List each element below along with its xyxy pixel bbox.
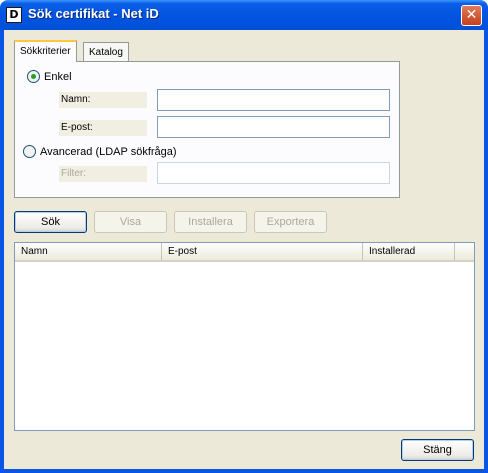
advanced-radio[interactable] (23, 145, 36, 158)
view-button[interactable]: Visa (94, 211, 167, 233)
results-list[interactable]: Namn E-post Installerad (14, 242, 475, 431)
filter-label: Filter: (59, 166, 147, 182)
name-field[interactable] (157, 89, 390, 111)
simple-search-option[interactable]: Enkel (27, 70, 72, 83)
title-bar[interactable]: D Sök certifikat - Net iD ✕ (0, 0, 488, 30)
search-criteria-panel: Enkel Namn: E-post: Avancerad (LDAP sökf… (14, 61, 400, 198)
dialog-window: D Sök certifikat - Net iD ✕ Sökkriterier… (0, 0, 488, 473)
simple-radio[interactable] (27, 70, 40, 83)
close-button[interactable]: Stäng (401, 439, 474, 461)
dialog-client-area: Sökkriterier Katalog Enkel Namn: E-post:… (4, 30, 484, 469)
column-header-name[interactable]: Namn (15, 243, 162, 260)
window-title: Sök certifikat - Net iD (28, 6, 159, 21)
column-header-email[interactable]: E-post (162, 243, 363, 260)
advanced-radio-label: Avancerad (LDAP sökfråga) (40, 145, 177, 158)
results-header: Namn E-post Installerad (15, 243, 474, 262)
advanced-search-option[interactable]: Avancerad (LDAP sökfråga) (23, 145, 177, 158)
install-button[interactable]: Installera (174, 211, 247, 233)
column-header-installed[interactable]: Installerad (363, 243, 455, 260)
search-button[interactable]: Sök (14, 211, 87, 233)
email-label: E-post: (59, 120, 147, 136)
filter-field[interactable] (157, 162, 390, 184)
close-icon[interactable]: ✕ (461, 5, 482, 26)
tab-search-criteria[interactable]: Sökkriterier (14, 40, 77, 62)
app-icon: D (6, 7, 22, 23)
name-label: Namn: (59, 92, 147, 108)
simple-radio-label: Enkel (44, 70, 72, 83)
tab-catalog[interactable]: Katalog (83, 42, 129, 62)
export-button[interactable]: Exportera (254, 211, 327, 233)
email-field[interactable] (157, 116, 390, 138)
